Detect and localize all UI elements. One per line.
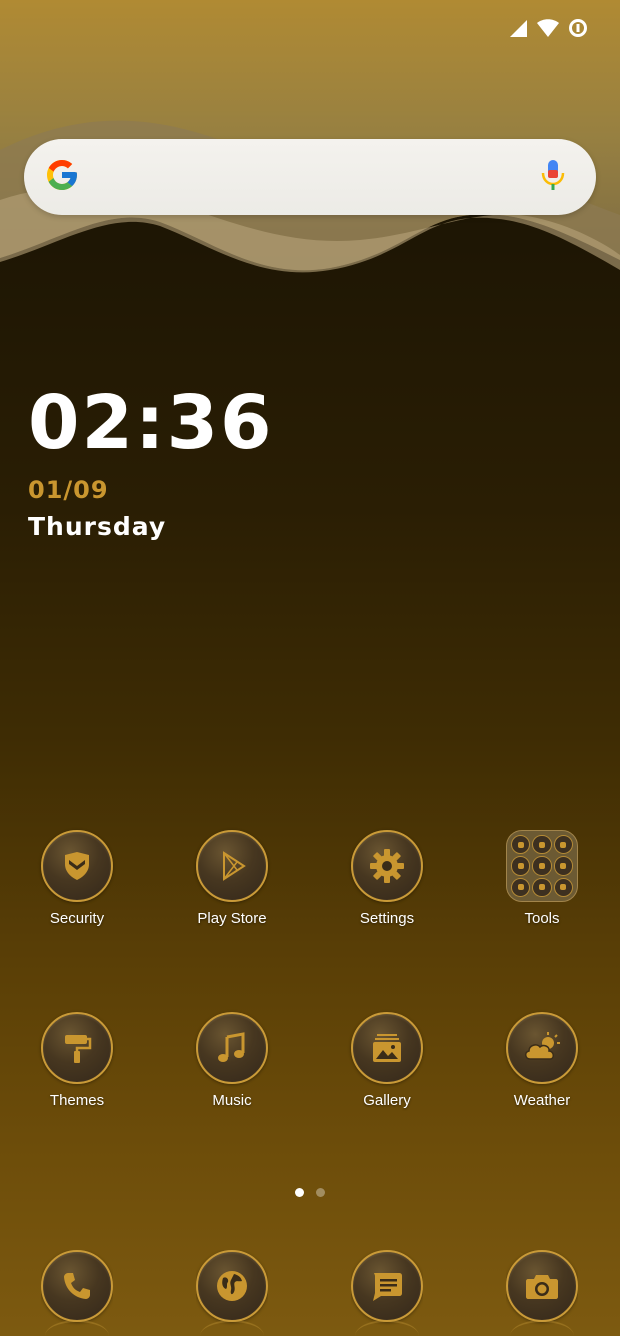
cellular-signal-icon xyxy=(508,18,528,38)
wifi-icon xyxy=(536,18,560,38)
phone-icon xyxy=(41,1250,113,1322)
play-triangle-icon xyxy=(196,830,268,902)
dock-reflection xyxy=(355,1320,419,1336)
dock-messages[interactable] xyxy=(351,1250,423,1336)
globe-icon xyxy=(196,1250,268,1322)
microphone-icon[interactable] xyxy=(540,158,566,196)
app-label-tools: Tools xyxy=(524,910,560,927)
app-label-play-store: Play Store xyxy=(197,910,267,927)
folder-mini-icon xyxy=(532,835,552,855)
app-label-security: Security xyxy=(49,910,105,927)
clock-weekday: Thursday xyxy=(28,512,167,541)
data-saver-icon xyxy=(568,18,588,38)
google-logo-icon xyxy=(44,157,80,197)
status-bar xyxy=(508,14,588,42)
folder-mini-icon xyxy=(511,835,531,855)
folder-mini-icon xyxy=(553,877,573,897)
app-folder-tools[interactable]: Tools xyxy=(472,830,612,927)
folder-mini-icon xyxy=(532,856,552,876)
folder-icon xyxy=(506,830,578,902)
folder-mini-icon xyxy=(511,877,531,897)
google-search-bar[interactable] xyxy=(24,139,596,215)
page-dot-active[interactable] xyxy=(295,1188,304,1197)
dock-reflection xyxy=(200,1320,264,1336)
app-label-music: Music xyxy=(212,1092,252,1109)
gear-icon xyxy=(351,830,423,902)
folder-mini-icon xyxy=(553,835,573,855)
app-settings[interactable]: Settings xyxy=(317,830,457,927)
shield-icon xyxy=(41,830,113,902)
weather-icon xyxy=(506,1012,578,1084)
music-note-icon xyxy=(196,1012,268,1084)
clock-date: 01/09 xyxy=(28,476,109,504)
folder-mini-icon xyxy=(553,856,573,876)
page-indicator xyxy=(0,1188,620,1197)
app-label-themes: Themes xyxy=(49,1092,105,1109)
dock-camera[interactable] xyxy=(506,1250,578,1336)
app-themes[interactable]: Themes xyxy=(7,1012,147,1109)
folder-mini-icon xyxy=(511,856,531,876)
dock-reflection xyxy=(510,1320,574,1336)
dock-browser[interactable] xyxy=(196,1250,268,1336)
app-music[interactable]: Music xyxy=(162,1012,302,1109)
paint-roller-icon xyxy=(41,1012,113,1084)
app-label-settings: Settings xyxy=(359,910,415,927)
message-icon xyxy=(351,1250,423,1322)
folder-mini-icon xyxy=(532,877,552,897)
gallery-icon xyxy=(351,1012,423,1084)
app-security[interactable]: Security xyxy=(7,830,147,927)
app-play-store[interactable]: Play Store xyxy=(162,830,302,927)
app-label-gallery: Gallery xyxy=(363,1092,411,1109)
dock-reflection xyxy=(45,1320,109,1336)
app-weather[interactable]: Weather xyxy=(472,1012,612,1109)
page-dot[interactable] xyxy=(316,1188,325,1197)
app-gallery[interactable]: Gallery xyxy=(317,1012,457,1109)
app-label-weather: Weather xyxy=(513,1092,571,1109)
clock-time[interactable]: 02:36 xyxy=(28,386,274,460)
dock-phone[interactable] xyxy=(41,1250,113,1336)
camera-icon xyxy=(506,1250,578,1322)
